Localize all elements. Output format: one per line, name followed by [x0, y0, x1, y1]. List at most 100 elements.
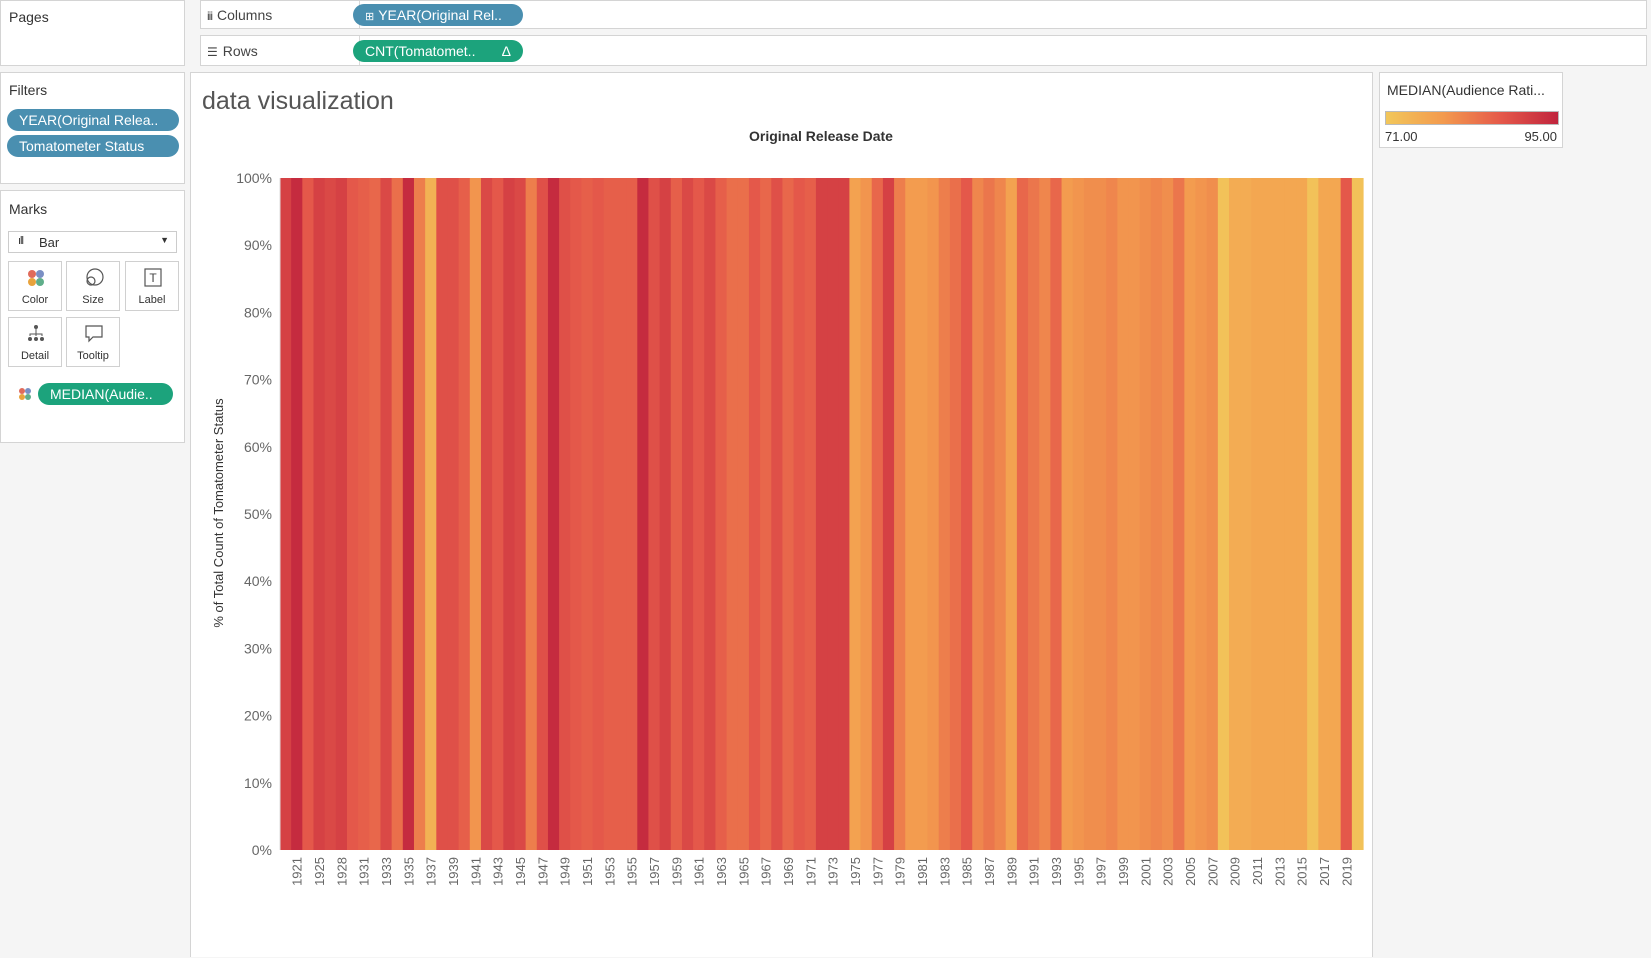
bar-1928[interactable] — [335, 178, 348, 850]
bar-1954[interactable] — [614, 178, 627, 850]
bar-1994[interactable] — [1061, 178, 1074, 850]
bar-1933[interactable] — [380, 178, 393, 850]
bar-1945[interactable] — [514, 178, 527, 850]
bar-2009[interactable] — [1229, 178, 1241, 850]
bar-1967[interactable] — [760, 178, 772, 850]
bar-1936[interactable] — [413, 178, 426, 850]
bar-1968[interactable] — [771, 178, 784, 850]
bar-1996[interactable] — [1083, 178, 1096, 850]
bar-1978[interactable] — [882, 178, 895, 850]
tooltip-button[interactable]: Tooltip — [66, 317, 120, 367]
bar-1959[interactable] — [670, 178, 683, 850]
bar-1984[interactable] — [949, 178, 962, 850]
bar-1947[interactable] — [536, 178, 549, 850]
bar-1999[interactable] — [1117, 178, 1130, 850]
bar-1983[interactable] — [938, 178, 951, 850]
bar-1957[interactable] — [648, 178, 661, 850]
bar-2001[interactable] — [1139, 178, 1152, 850]
color-button[interactable]: Color — [8, 261, 62, 311]
bar-1953[interactable] — [603, 178, 616, 850]
bar-2012[interactable] — [1262, 178, 1275, 850]
bar-1985[interactable] — [961, 178, 973, 850]
bar-2016[interactable] — [1307, 178, 1319, 850]
bar-1987[interactable] — [983, 178, 996, 850]
bar-2002[interactable] — [1150, 178, 1163, 850]
bar-1997[interactable] — [1095, 178, 1107, 850]
bar-1989[interactable] — [1005, 178, 1018, 850]
bar-1990[interactable] — [1016, 178, 1029, 850]
bar-1949[interactable] — [559, 178, 571, 850]
bar-1977[interactable] — [871, 178, 884, 850]
bar-2015[interactable] — [1296, 178, 1308, 850]
bar-1958[interactable] — [659, 178, 672, 850]
bar-2000[interactable] — [1128, 178, 1141, 850]
bar-1979[interactable] — [894, 178, 906, 850]
bar-1939[interactable] — [447, 178, 460, 850]
bar-1924[interactable] — [302, 178, 315, 850]
bar-1951[interactable] — [581, 178, 594, 850]
bar-1971[interactable] — [804, 178, 817, 850]
bar-1980[interactable] — [905, 178, 917, 850]
bar-1998[interactable] — [1106, 178, 1118, 850]
bar-1932[interactable] — [369, 178, 382, 850]
bar-2010[interactable] — [1240, 178, 1252, 850]
bar-1995[interactable] — [1072, 178, 1085, 850]
bar-1982[interactable] — [927, 178, 940, 850]
bar-1965[interactable] — [737, 178, 750, 850]
bar-1966[interactable] — [748, 178, 761, 850]
rows-count-pill[interactable]: CNT(Tomatomet.. Δ — [353, 40, 523, 62]
bar-1948[interactable] — [547, 178, 560, 850]
bar-2008[interactable] — [1217, 178, 1230, 850]
bar-1975[interactable] — [849, 178, 862, 850]
bar-1960[interactable] — [681, 178, 694, 850]
bar-1962[interactable] — [704, 178, 717, 850]
bar-2006[interactable] — [1195, 178, 1208, 850]
bar-1974[interactable] — [838, 178, 851, 850]
bar-1988[interactable] — [994, 178, 1007, 850]
bar-2005[interactable] — [1184, 178, 1197, 850]
bar-2007[interactable] — [1206, 178, 1219, 850]
bar-1925[interactable] — [313, 178, 326, 850]
bar-1930[interactable] — [346, 178, 359, 850]
bar-2018[interactable] — [1329, 178, 1342, 850]
size-button[interactable]: Size — [66, 261, 120, 311]
bar-1992[interactable] — [1039, 178, 1051, 850]
bar-1935[interactable] — [402, 178, 415, 850]
bar-1991[interactable] — [1028, 178, 1040, 850]
bar-1941[interactable] — [469, 178, 482, 850]
bar-1973[interactable] — [827, 178, 839, 850]
bar-1942[interactable] — [480, 178, 493, 850]
bar-2011[interactable] — [1251, 178, 1264, 850]
bar-1963[interactable] — [715, 178, 728, 850]
bar-1931[interactable] — [358, 178, 370, 850]
bar-1938[interactable] — [436, 178, 449, 850]
bar-1952[interactable] — [592, 178, 605, 850]
bar-1921[interactable] — [291, 178, 303, 850]
bar-1950[interactable] — [570, 178, 583, 850]
filter-year-pill[interactable]: YEAR(Original Relea.. — [7, 109, 179, 131]
bar-1927[interactable] — [324, 178, 337, 850]
bar-2014[interactable] — [1284, 178, 1297, 850]
bar-1981[interactable] — [916, 178, 929, 850]
bar-1955[interactable] — [626, 178, 638, 850]
bar-1969[interactable] — [782, 178, 795, 850]
bar-1970[interactable] — [793, 178, 806, 850]
label-button[interactable]: T Label — [125, 261, 179, 311]
bar-1986[interactable] — [972, 178, 984, 850]
bar-2004[interactable] — [1173, 178, 1185, 850]
bar-2019[interactable] — [1340, 178, 1353, 850]
detail-button[interactable]: Detail — [8, 317, 62, 367]
mark-type-dropdown[interactable]: ıll Bar ▼ — [8, 231, 177, 253]
bar-1934[interactable] — [391, 178, 404, 850]
columns-year-pill[interactable]: ⊞ YEAR(Original Rel.. — [353, 4, 523, 26]
columns-shelf[interactable]: iii Columns ⊞ YEAR(Original Rel.. — [200, 0, 1647, 29]
color-median-pill[interactable]: MEDIAN(Audie.. — [38, 383, 173, 405]
bar-1972[interactable] — [815, 178, 828, 850]
bar-1993[interactable] — [1050, 178, 1063, 850]
bar-1961[interactable] — [693, 178, 705, 850]
filter-tomatometer-pill[interactable]: Tomatometer Status — [7, 135, 179, 157]
bar-1944[interactable] — [503, 178, 516, 850]
bar-1920[interactable] — [280, 178, 292, 850]
bar-1964[interactable] — [726, 178, 739, 850]
bar-1976[interactable] — [860, 178, 873, 850]
